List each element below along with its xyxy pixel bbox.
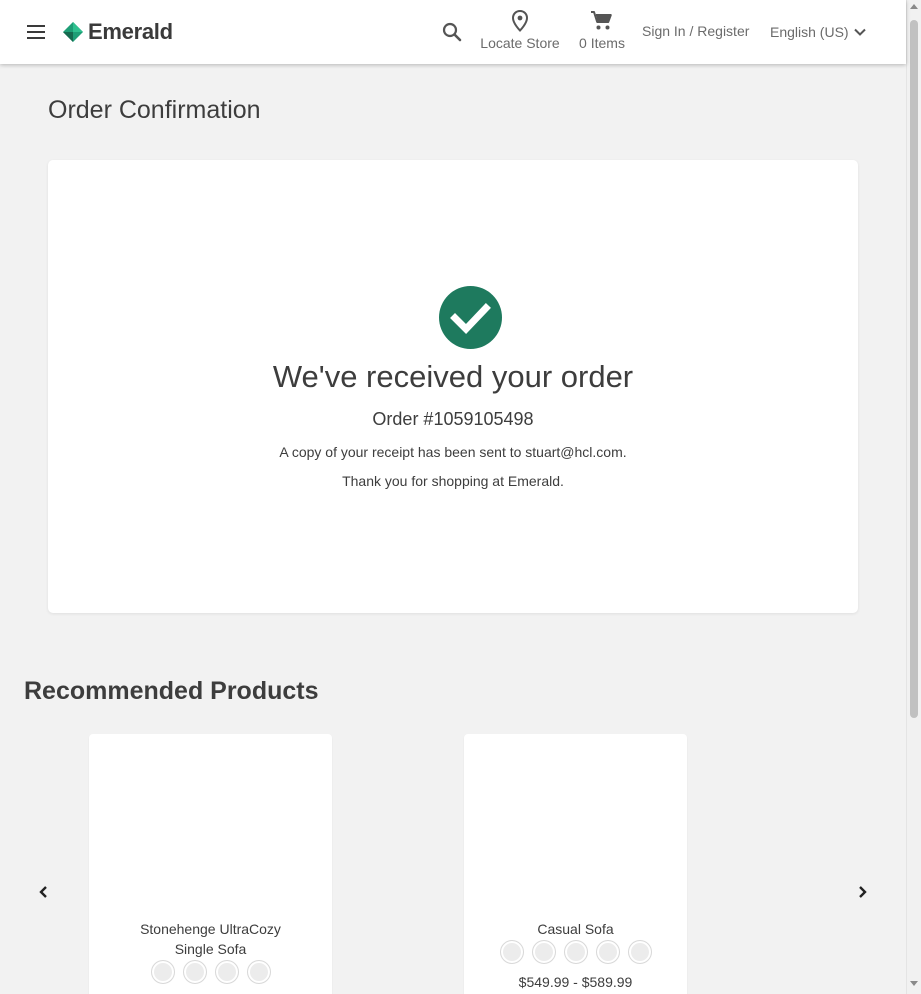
order-number: Order #1059105498 (372, 409, 534, 429)
product-name[interactable]: Stonehenge UltraCozy Single Sofa (99, 919, 322, 959)
color-swatch[interactable] (627, 940, 652, 964)
scroll-down-arrow[interactable] (910, 981, 918, 986)
order-confirmation-card: We've received your order Order #1059105… (48, 160, 858, 613)
color-swatch[interactable] (499, 940, 524, 964)
search-icon[interactable] (440, 20, 464, 44)
chevron-left-icon[interactable] (32, 880, 56, 904)
recommended-products-title: Recommended Products (24, 677, 319, 705)
location-pin-icon (511, 10, 529, 32)
color-swatch[interactable] (150, 960, 175, 984)
emerald-logo-icon (63, 22, 83, 42)
page-scrollbar[interactable] (906, 0, 921, 994)
sign-in-register-link[interactable]: Sign In / Register (642, 23, 749, 39)
product-card[interactable]: Casual Sofa $549.99 - $589.99 (464, 734, 687, 994)
brand-logo[interactable]: Emerald (62, 18, 173, 46)
color-swatch[interactable] (531, 940, 556, 964)
color-swatches (464, 940, 687, 964)
chevron-down-icon (853, 28, 866, 36)
language-selector[interactable]: English (US) (770, 22, 867, 42)
color-swatches (89, 960, 332, 984)
chevron-right-icon[interactable] (850, 880, 874, 904)
brand-name: Emerald (88, 19, 173, 44)
product-card[interactable]: Stonehenge UltraCozy Single Sofa (89, 734, 332, 994)
cart-icon (591, 11, 612, 30)
scroll-up-arrow[interactable] (910, 4, 918, 9)
menu-icon[interactable] (24, 20, 48, 44)
page-title: Order Confirmation (48, 96, 261, 124)
confirmation-heading: We've received your order (272, 359, 634, 394)
cart-link[interactable]: 0 Items (575, 10, 629, 54)
product-price: $549.99 - $589.99 (518, 974, 633, 990)
color-swatch[interactable] (563, 940, 588, 964)
check-circle-icon (439, 286, 502, 349)
locate-store-link[interactable]: Locate Store (478, 10, 562, 54)
locate-store-label: Locate Store (480, 35, 560, 51)
product-name[interactable]: Casual Sofa (474, 919, 677, 939)
cart-count-label: 0 Items (579, 35, 625, 51)
language-label: English (US) (770, 24, 849, 40)
receipt-message: A copy of your receipt has been sent to … (279, 444, 627, 460)
color-swatch[interactable] (214, 960, 239, 984)
scroll-thumb[interactable] (910, 20, 918, 718)
site-header: Emerald Locate Store 0 Items Sign In / R… (0, 0, 906, 64)
color-swatch[interactable] (182, 960, 207, 984)
thank-you-message: Thank you for shopping at Emerald. (342, 473, 564, 489)
color-swatch[interactable] (595, 940, 620, 964)
color-swatch[interactable] (246, 960, 271, 984)
